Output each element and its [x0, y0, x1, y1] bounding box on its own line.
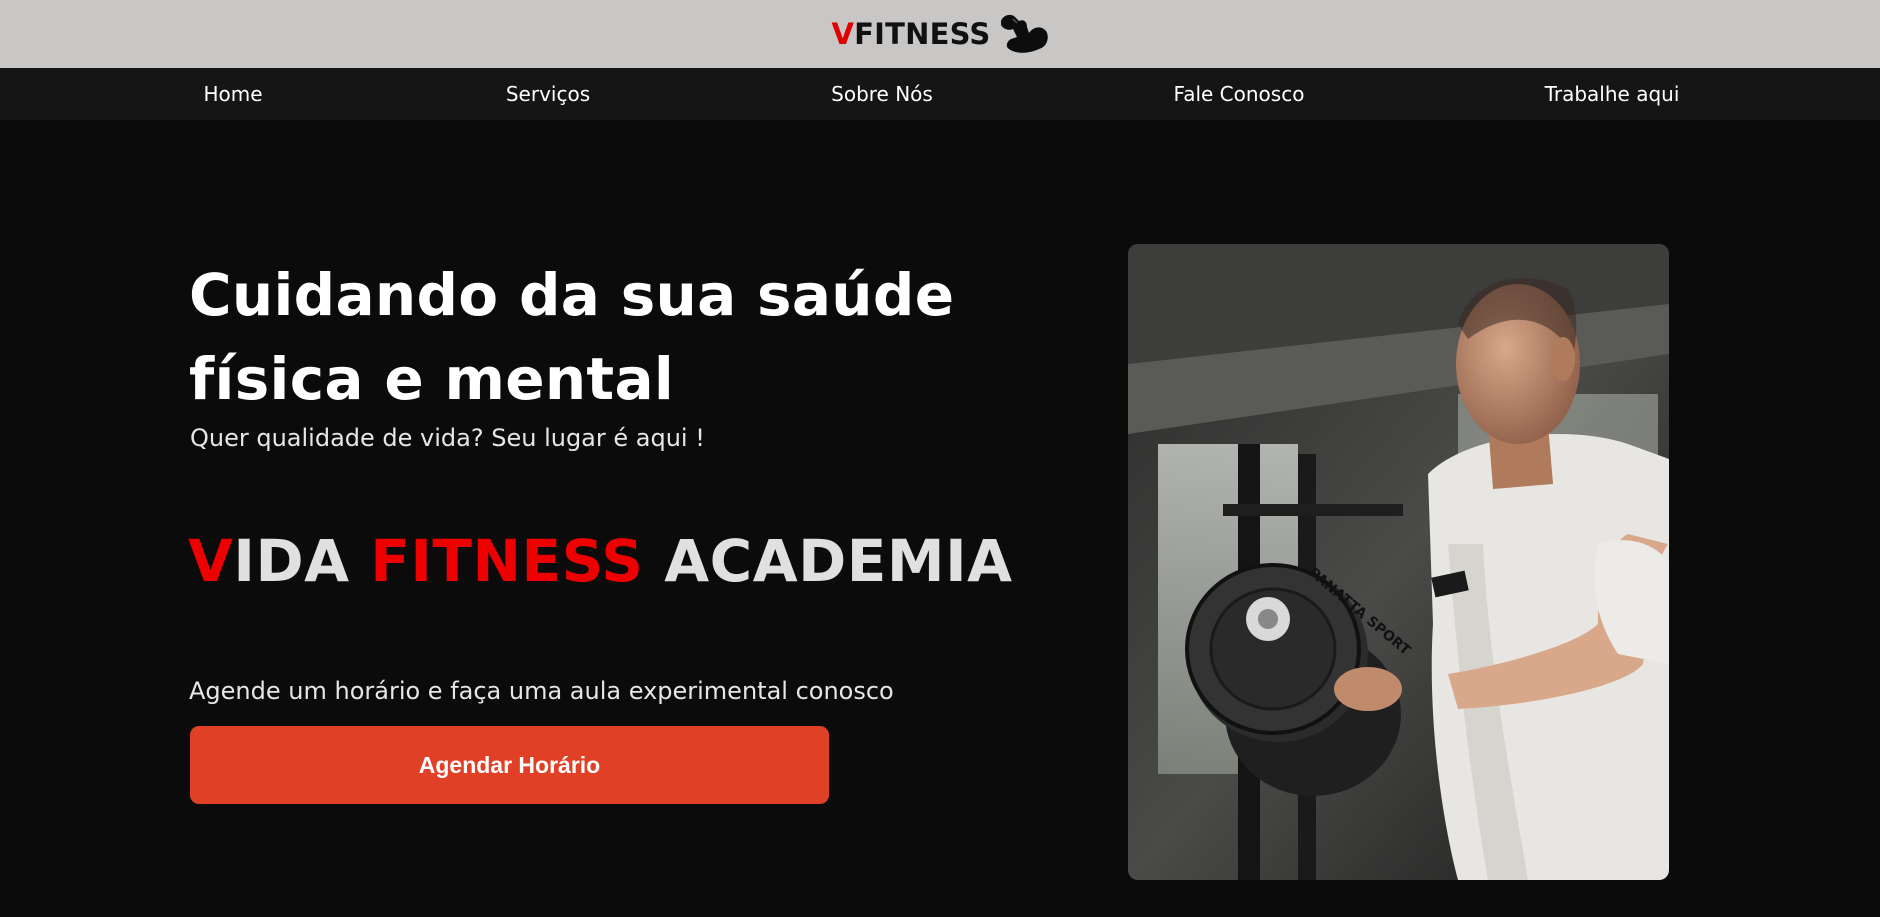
site-logo[interactable]: VFITNESS: [832, 11, 1049, 57]
hero-photo: PANATTA SPORT: [1128, 244, 1669, 880]
nav-servicos[interactable]: Serviços: [506, 82, 590, 106]
top-header: VFITNESS: [0, 0, 1880, 68]
nav-sobre-nos[interactable]: Sobre Nós: [831, 82, 933, 106]
nav-fale-conosco[interactable]: Fale Conosco: [1174, 82, 1305, 106]
brand-fitness: FITNESS: [370, 527, 644, 595]
logo-fitness: FITNESS: [854, 17, 991, 51]
brand-v: V: [188, 527, 234, 595]
nav-trabalhe-aqui[interactable]: Trabalhe aqui: [1545, 82, 1680, 106]
hero-section: Cuidando da sua saúde física e mental Qu…: [0, 120, 1880, 917]
brand-title: VIDA FITNESS ACADEMIA: [188, 527, 1013, 595]
cta-text: Agende um horário e faça uma aula experi…: [189, 677, 894, 705]
brand-academia: ACADEMIA: [643, 527, 1013, 595]
schedule-button[interactable]: Agendar Horário: [190, 726, 829, 804]
hero-subheadline: Quer qualidade de vida? Seu lugar é aqui…: [190, 424, 705, 452]
nav-home[interactable]: Home: [203, 82, 262, 106]
hero-headline: Cuidando da sua saúde física e mental: [189, 261, 955, 413]
main-nav: Home Serviços Sobre Nós Fale Conosco Tra…: [0, 68, 1880, 120]
logo-text: VFITNESS: [832, 17, 991, 51]
flexed-arm-icon: [997, 11, 1049, 57]
logo-v: V: [831, 17, 855, 51]
man-lifting-dumbbell-photo: PANATTA SPORT: [1128, 244, 1669, 880]
brand-ida: IDA: [233, 527, 371, 595]
